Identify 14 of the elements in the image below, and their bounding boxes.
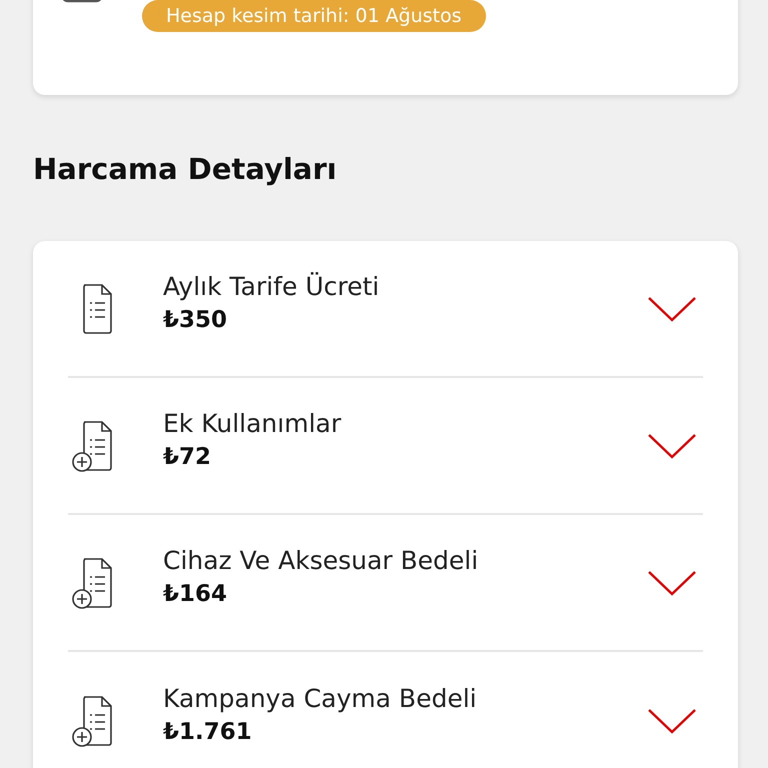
expense-amount: ₺1.761 (163, 718, 253, 746)
due-date-badge: Hesap kesim tarihi: 01 Ağustos (142, 0, 486, 32)
expense-amount: ₺164 (163, 580, 228, 608)
chevron-down-icon[interactable] (647, 568, 697, 596)
expense-title: Aylık Tarife Ücreti (163, 270, 380, 302)
expense-title: Cihaz Ve Aksesuar Bedeli (163, 544, 480, 576)
chevron-down-icon[interactable] (647, 432, 697, 460)
expense-amount: ₺72 (163, 442, 212, 472)
expense-title: Ek Kullanımlar (163, 408, 342, 440)
chevron-down-icon[interactable] (647, 706, 697, 734)
chevron-down-icon[interactable] (647, 294, 697, 322)
section-title: Harcama Detayları (33, 151, 338, 187)
expense-amount: ₺350 (163, 306, 228, 334)
expense-title: Kampanya Cayma Bedeli (163, 682, 478, 714)
